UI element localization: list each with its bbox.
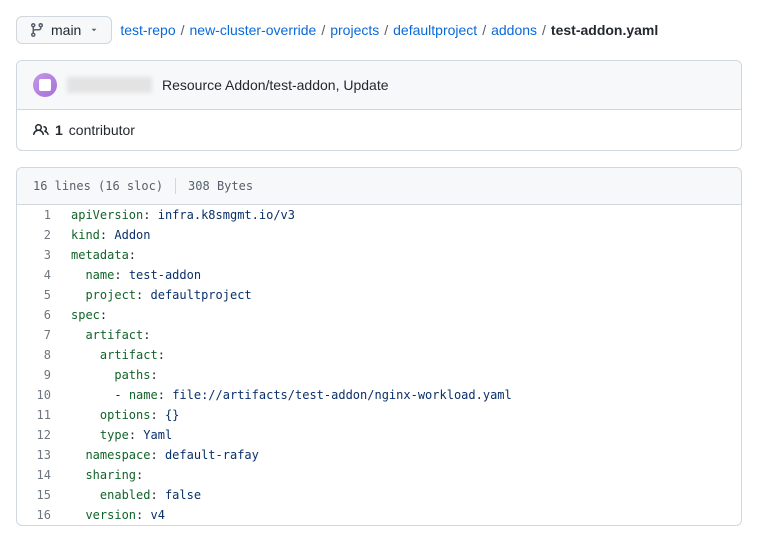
author-name [67,77,152,93]
avatar[interactable] [33,73,57,97]
line-number[interactable]: 16 [17,505,61,525]
chevron-down-icon [89,25,99,35]
line-number[interactable]: 3 [17,245,61,265]
line-number[interactable]: 14 [17,465,61,485]
line-number[interactable]: 10 [17,385,61,405]
contributors-row[interactable]: 1 contributor [17,110,741,150]
file-size: 308 Bytes [188,179,253,193]
line-number[interactable]: 1 [17,205,61,225]
contributor-label: contributor [69,122,135,138]
breadcrumb-link[interactable]: test-repo [120,22,175,38]
code-line: 4 name: test-addon [17,265,741,285]
code-line: 15 enabled: false [17,485,741,505]
contributor-count: 1 [55,122,63,138]
commit-header: Resource Addon/test-addon, Update [17,61,741,110]
line-number[interactable]: 15 [17,485,61,505]
breadcrumb-separator: / [181,22,185,38]
breadcrumb-current: test-addon.yaml [551,22,658,38]
branch-select-button[interactable]: main [16,16,112,44]
line-content[interactable]: artifact: [61,325,741,345]
line-number[interactable]: 11 [17,405,61,425]
code-body: 1apiVersion: infra.k8smgmt.io/v32kind: A… [17,205,741,525]
line-number[interactable]: 4 [17,265,61,285]
line-content[interactable]: version: v4 [61,505,741,525]
divider [175,178,176,194]
line-content[interactable]: enabled: false [61,485,741,505]
breadcrumb-link[interactable]: new-cluster-override [190,22,317,38]
line-content[interactable]: kind: Addon [61,225,741,245]
code-line: 13 namespace: default-rafay [17,445,741,465]
line-number[interactable]: 2 [17,225,61,245]
line-number[interactable]: 9 [17,365,61,385]
code-line: 9 paths: [17,365,741,385]
file-lines: 16 lines (16 sloc) [33,179,163,193]
breadcrumb: test-repo/new-cluster-override/projects/… [120,22,658,38]
line-content[interactable]: artifact: [61,345,741,365]
commit-message: Resource Addon/test-addon, Update [162,77,389,93]
git-branch-icon [29,22,45,38]
breadcrumb-separator: / [482,22,486,38]
code-line: 7 artifact: [17,325,741,345]
line-content[interactable]: project: defaultproject [61,285,741,305]
people-icon [33,122,49,138]
file-header: 16 lines (16 sloc) 308 Bytes [17,168,741,205]
line-content[interactable]: apiVersion: infra.k8smgmt.io/v3 [61,205,741,225]
line-content[interactable]: metadata: [61,245,741,265]
code-line: 10 - name: file://artifacts/test-addon/n… [17,385,741,405]
code-line: 2kind: Addon [17,225,741,245]
breadcrumb-separator: / [542,22,546,38]
line-number[interactable]: 12 [17,425,61,445]
branch-name: main [51,22,81,38]
code-line: 3metadata: [17,245,741,265]
code-line: 14 sharing: [17,465,741,485]
breadcrumb-separator: / [384,22,388,38]
breadcrumb-separator: / [321,22,325,38]
file-box: 16 lines (16 sloc) 308 Bytes 1apiVersion… [16,167,742,526]
code-line: 16 version: v4 [17,505,741,525]
line-number[interactable]: 13 [17,445,61,465]
breadcrumb-link[interactable]: defaultproject [393,22,477,38]
code-line: 11 options: {} [17,405,741,425]
line-content[interactable]: - name: file://artifacts/test-addon/ngin… [61,385,741,405]
code-line: 5 project: defaultproject [17,285,741,305]
breadcrumb-link[interactable]: projects [330,22,379,38]
line-content[interactable]: type: Yaml [61,425,741,445]
line-number[interactable]: 6 [17,305,61,325]
line-number[interactable]: 5 [17,285,61,305]
branch-breadcrumb-row: main test-repo/new-cluster-override/proj… [16,16,742,44]
line-number[interactable]: 8 [17,345,61,365]
commit-box: Resource Addon/test-addon, Update 1 cont… [16,60,742,151]
code-table: 1apiVersion: infra.k8smgmt.io/v32kind: A… [17,205,741,525]
line-content[interactable]: namespace: default-rafay [61,445,741,465]
code-line: 6spec: [17,305,741,325]
code-line: 12 type: Yaml [17,425,741,445]
breadcrumb-link[interactable]: addons [491,22,537,38]
line-content[interactable]: options: {} [61,405,741,425]
line-content[interactable]: paths: [61,365,741,385]
line-content[interactable]: spec: [61,305,741,325]
line-content[interactable]: sharing: [61,465,741,485]
line-number[interactable]: 7 [17,325,61,345]
code-line: 8 artifact: [17,345,741,365]
code-line: 1apiVersion: infra.k8smgmt.io/v3 [17,205,741,225]
line-content[interactable]: name: test-addon [61,265,741,285]
